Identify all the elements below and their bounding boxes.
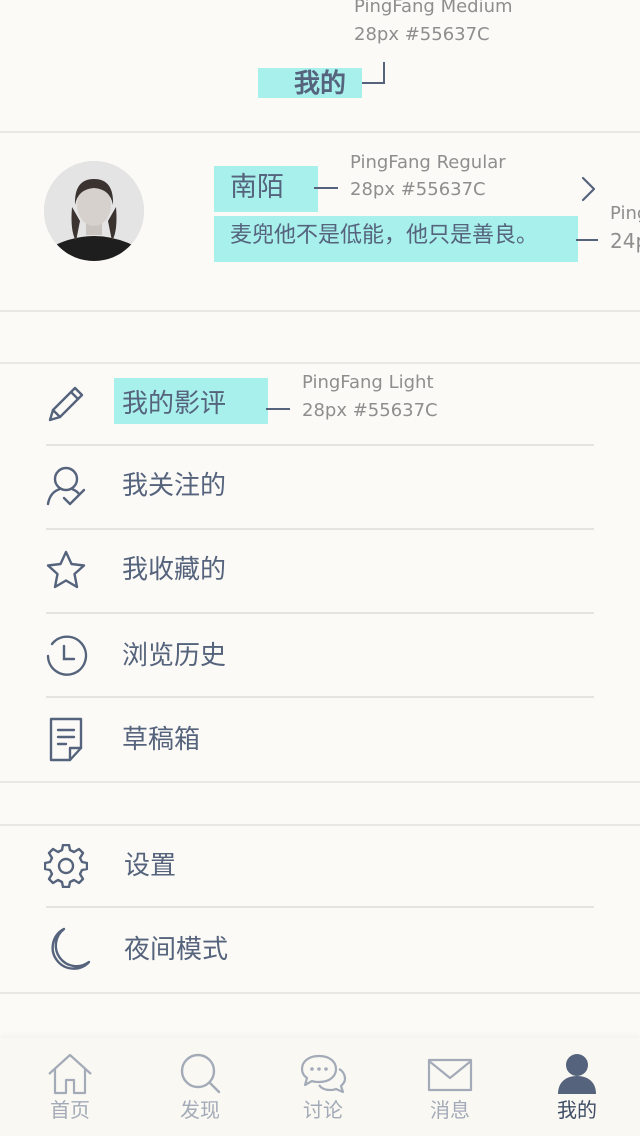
annotation-line: [266, 408, 290, 410]
tab-label: 首页: [50, 1098, 90, 1122]
group2-bottom-divider: [0, 992, 640, 994]
annotation-line: [576, 239, 598, 241]
pencil-icon: [44, 382, 88, 426]
name-annotation-font: PingFang Regular: [350, 152, 506, 173]
chat-icon: [299, 1052, 347, 1096]
chevron-right-icon[interactable]: [578, 175, 598, 203]
avatar[interactable]: [44, 161, 144, 261]
menu-annotation-font: PingFang Light: [302, 372, 434, 393]
menu-item-label: 设置: [124, 851, 177, 881]
header-annotation-font: PingFang Medium: [354, 0, 513, 17]
bio-annotation-font: Ping: [610, 203, 640, 224]
profile-bio: 麦兜他不是低能，他只是善良。: [230, 223, 539, 248]
menu-item-drafts[interactable]: 草稿箱: [0, 698, 640, 780]
menu-item-label: 夜间模式: [124, 935, 229, 965]
profile-divider: [0, 310, 640, 312]
profile-card[interactable]: 南陌 PingFang Regular 28px #55637C 麦兜他不是低能…: [0, 133, 640, 311]
header-annotation-spec: 28px #55637C: [354, 24, 490, 45]
group1-bottom-divider: [0, 781, 640, 783]
annotation-line: [383, 62, 385, 84]
menu-item-label: 草稿箱: [122, 725, 201, 755]
tab-discussion[interactable]: 讨论: [268, 1046, 378, 1136]
tab-label: 发现: [180, 1098, 220, 1122]
profile-name: 南陌: [230, 172, 284, 203]
tab-profile[interactable]: 我的: [522, 1046, 632, 1136]
annotation-line: [314, 187, 338, 189]
menu-item-label: 我收藏的: [122, 555, 227, 585]
menu-item-label: 浏览历史: [122, 641, 227, 671]
menu-item-following[interactable]: 我关注的: [0, 446, 640, 528]
user-check-icon: [44, 464, 88, 508]
menu-item-history[interactable]: 浏览历史: [0, 614, 640, 696]
tab-home[interactable]: 首页: [15, 1046, 125, 1136]
annotation-line: [362, 82, 384, 84]
home-icon: [46, 1052, 94, 1096]
tab-label: 讨论: [303, 1098, 343, 1122]
name-annotation-spec: 28px #55637C: [350, 179, 486, 200]
gear-icon: [44, 844, 88, 888]
profile-icon: [553, 1052, 601, 1096]
clock-icon: [44, 634, 88, 678]
star-icon: [44, 548, 88, 592]
menu-annotation-spec: 28px #55637C: [302, 400, 438, 421]
menu-item-favorites[interactable]: 我收藏的: [0, 530, 640, 612]
menu-item-settings[interactable]: 设置: [0, 826, 640, 906]
moon-icon: [46, 926, 92, 974]
menu-item-label: 我的影评: [122, 389, 227, 419]
bio-annotation-spec: 24p: [610, 229, 640, 253]
draft-icon: [44, 716, 88, 764]
search-icon: [176, 1052, 224, 1096]
mail-icon: [426, 1052, 474, 1096]
menu-item-night-mode[interactable]: 夜间模式: [0, 908, 640, 992]
avatar-image: [44, 161, 144, 261]
page-title: 我的: [293, 69, 346, 99]
menu-item-label: 我关注的: [122, 471, 227, 501]
tab-messages[interactable]: 消息: [395, 1046, 505, 1136]
tab-label: 我的: [557, 1098, 597, 1122]
menu-item-my-reviews[interactable]: 我的影评 PingFang Light 28px #55637C: [0, 364, 640, 444]
tab-discover[interactable]: 发现: [145, 1046, 255, 1136]
tab-label: 消息: [430, 1098, 470, 1122]
